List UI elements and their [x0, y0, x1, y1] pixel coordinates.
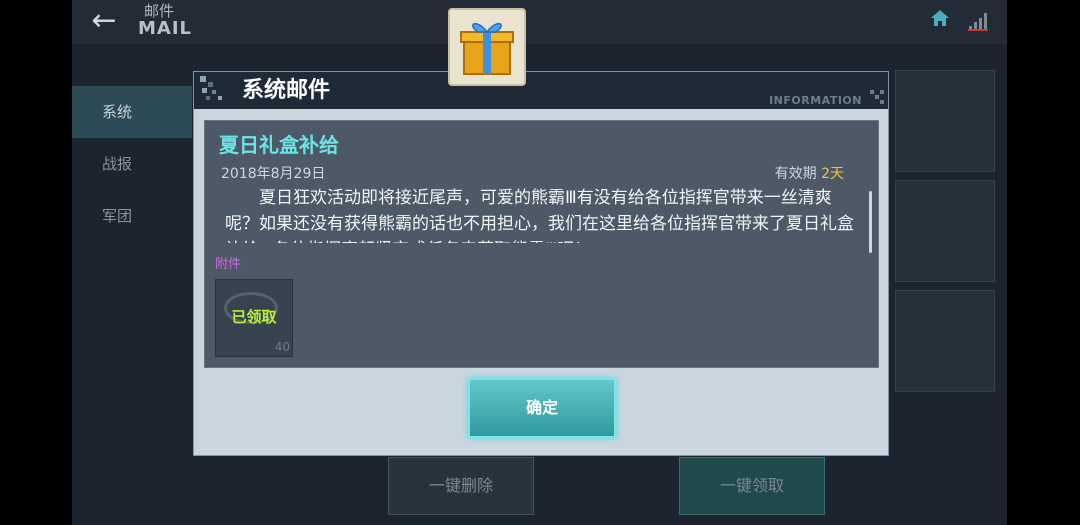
delete-all-button[interactable]: 一键删除 [388, 457, 534, 515]
signal-icon [967, 10, 989, 32]
mail-body-scrollbar[interactable] [869, 191, 872, 253]
list-item[interactable] [895, 70, 995, 172]
claimed-status: 已领取 [231, 308, 277, 326]
sidebar-item-battle-report[interactable]: 战报 [72, 138, 192, 190]
list-item[interactable] [895, 180, 995, 282]
corner-deco-icon [870, 90, 884, 104]
attachment-item[interactable]: 已领取 40 [215, 279, 293, 357]
information-caption: INFORMATION [769, 94, 862, 107]
confirm-button[interactable]: 确定 [468, 378, 616, 438]
system-mail-dialog: 系统邮件 INFORMATION 夏日礼盒补给 2018年8月29日 有效期 2… [193, 71, 889, 456]
dialog-header: 系统邮件 INFORMATION [194, 72, 888, 109]
attachment-quantity: 40 [274, 340, 290, 354]
home-icon[interactable] [929, 8, 951, 30]
mail-category-sidebar: 系统 战报 军团 [72, 86, 192, 242]
mail-validity: 有效期 2天 [775, 163, 844, 183]
dialog-title: 系统邮件 [242, 78, 331, 103]
mail-subject: 夏日礼盒补给 [219, 133, 339, 157]
back-arrow-icon[interactable]: ← [84, 4, 124, 38]
mail-content-panel: 夏日礼盒补给 2018年8月29日 有效期 2天 夏日狂欢活动即将接近尾声，可爱… [204, 120, 879, 368]
attachment-label: 附件 [215, 257, 242, 272]
screen-title-en: MAIL [138, 18, 193, 39]
validity-days: 2天 [821, 166, 844, 182]
validity-label: 有效期 [774, 166, 817, 182]
sidebar-item-system[interactable]: 系统 [72, 86, 192, 138]
list-item[interactable] [895, 290, 995, 392]
claim-all-button[interactable]: 一键领取 [679, 457, 825, 515]
mail-list-cards [895, 70, 995, 400]
top-bar: ← 邮件 MAIL [72, 0, 1007, 44]
pixel-corner-icon [200, 76, 222, 100]
mail-body-text[interactable]: 夏日狂欢活动即将接近尾声，可爱的熊霸Ⅲ有没有给各位指挥官带来一丝清爽呢？如果还没… [225, 185, 855, 243]
mail-date: 2018年8月29日 [221, 166, 326, 182]
gift-box-icon [448, 8, 526, 86]
sidebar-item-legion[interactable]: 军团 [72, 190, 192, 242]
